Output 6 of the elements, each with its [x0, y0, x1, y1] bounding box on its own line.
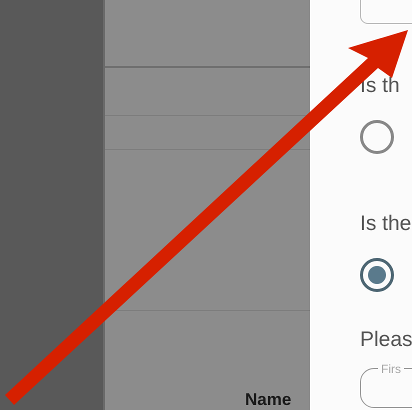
radio-button[interactable]	[360, 258, 394, 292]
radio-button[interactable]	[360, 120, 394, 154]
column-header: Name	[245, 391, 292, 409]
question-label: Is the	[360, 212, 412, 236]
prompt-text: Pleas	[360, 328, 412, 352]
field-label: Firs	[378, 362, 404, 376]
